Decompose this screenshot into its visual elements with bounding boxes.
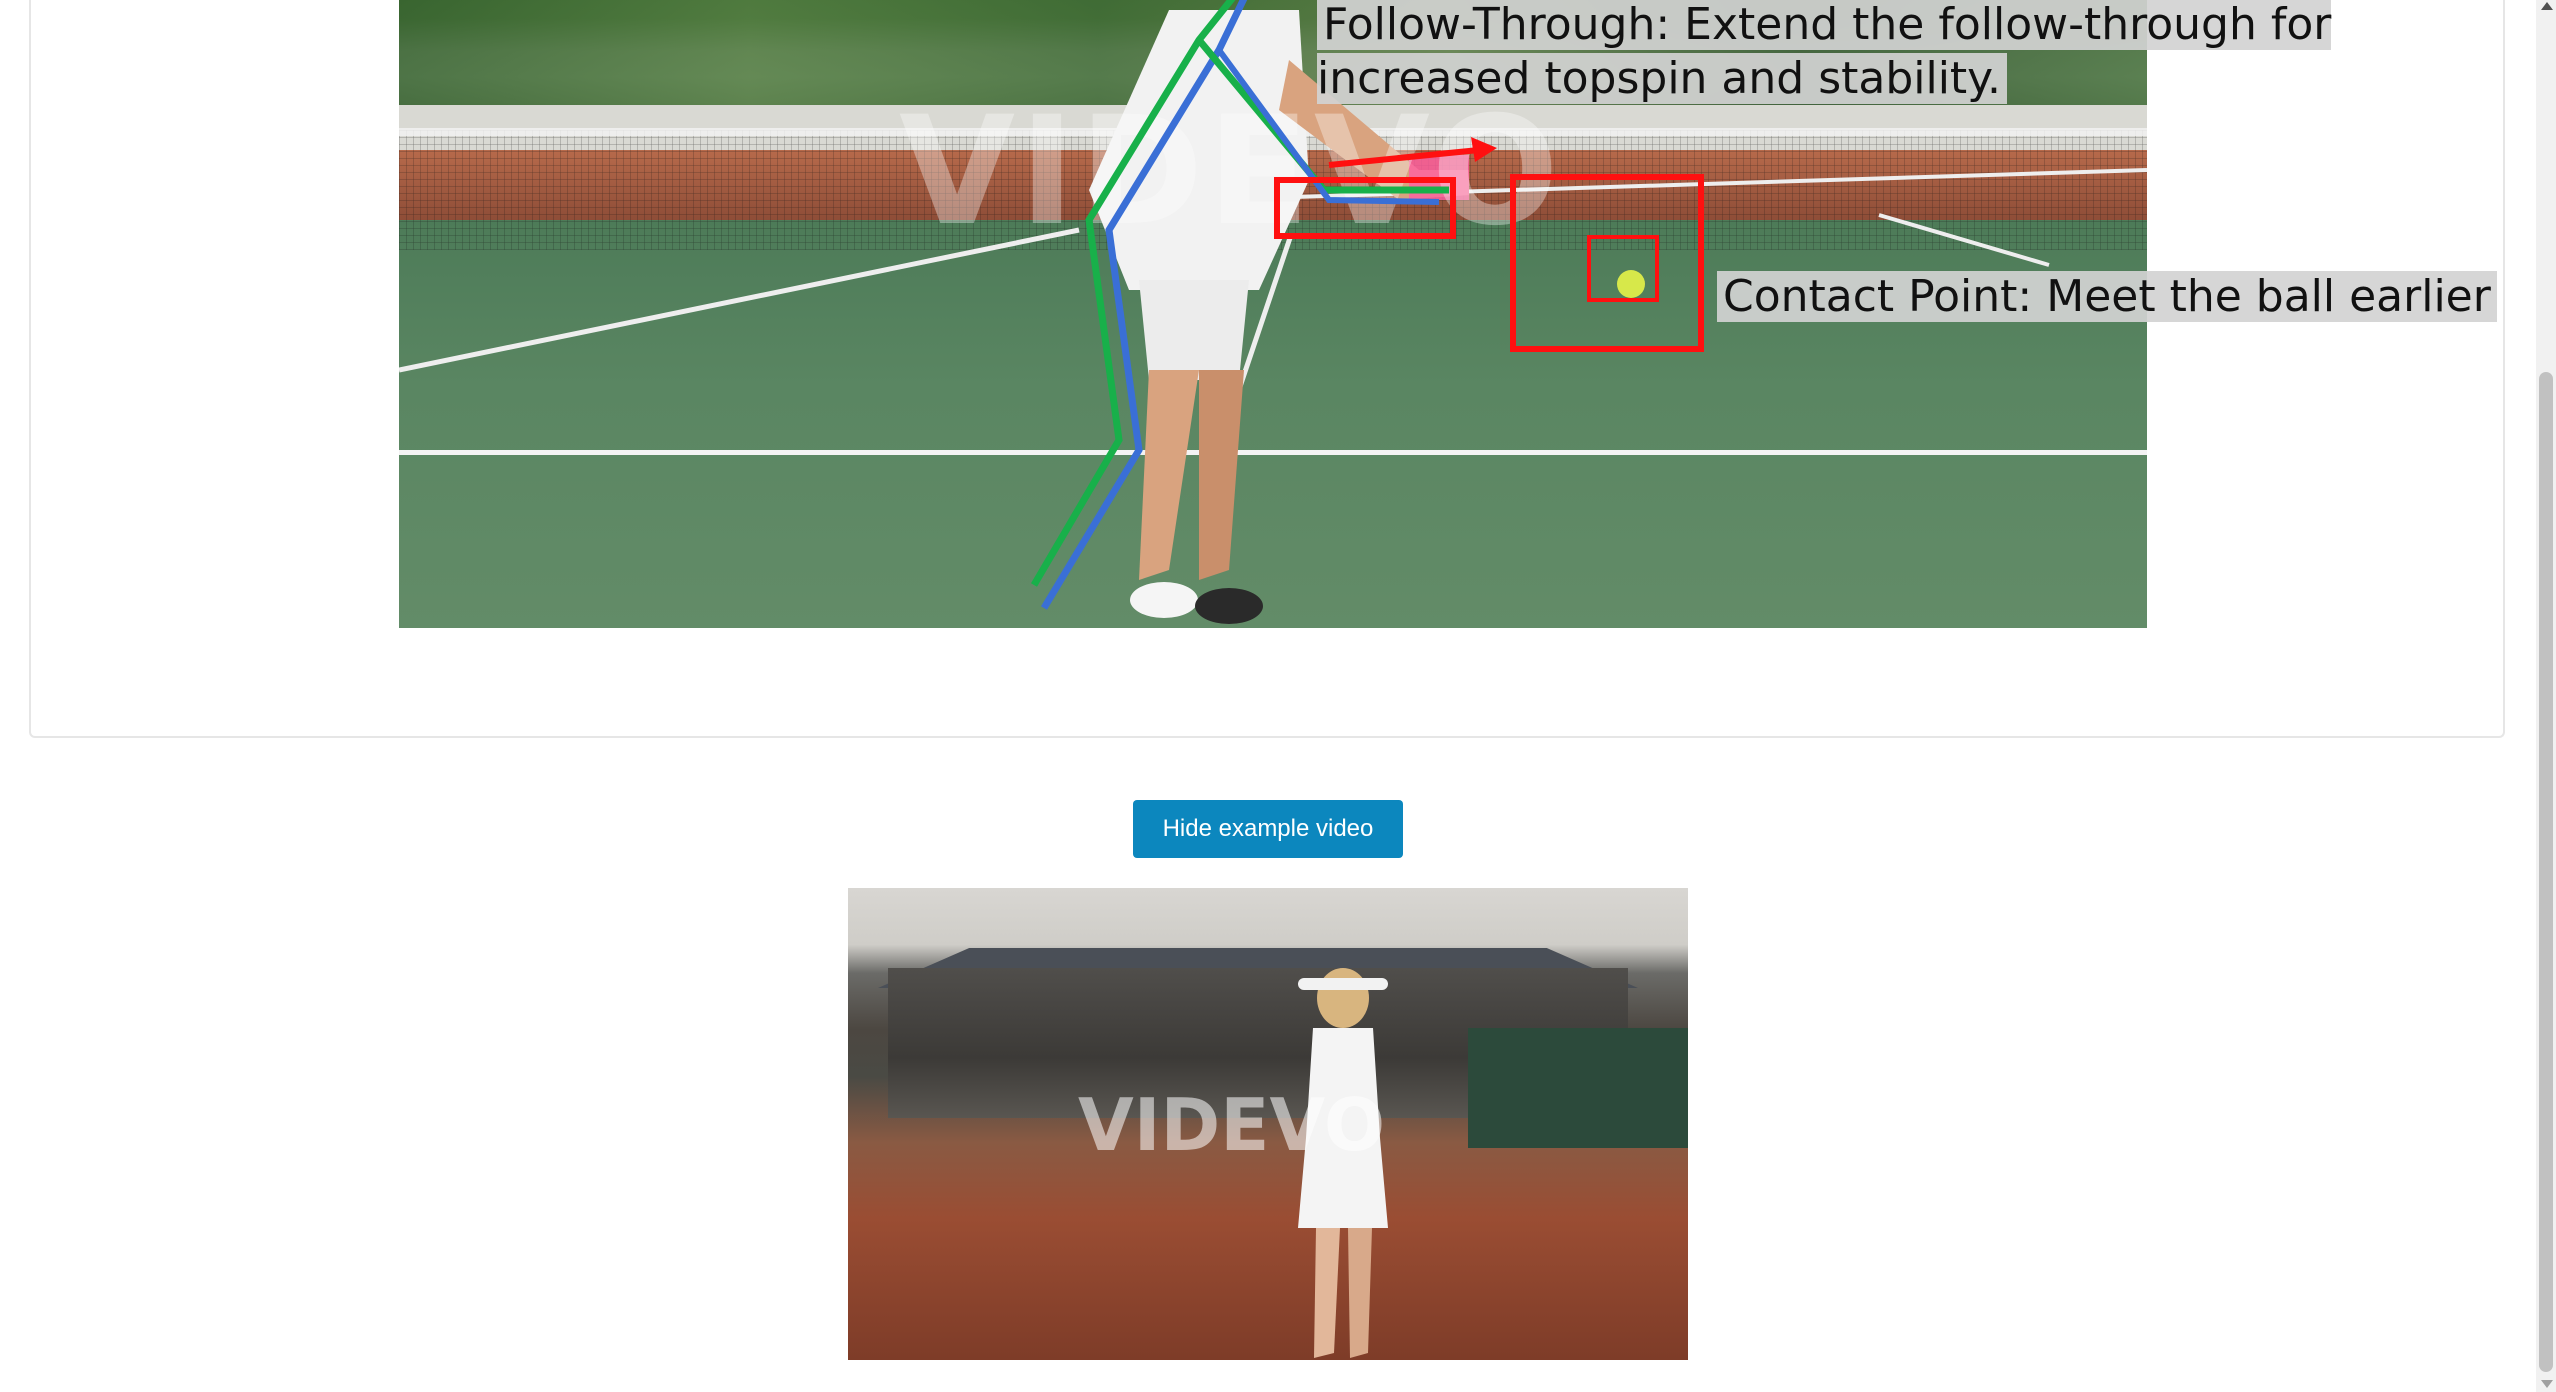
follow-through-text: Follow-Through: Extend the follow-throug… [1317, 0, 2332, 104]
court-fence [1468, 1028, 1688, 1148]
scroll-down-icon[interactable] [2541, 1380, 2553, 1388]
contact-zone-box [1510, 174, 1704, 352]
scrollbar-thumb[interactable] [2539, 372, 2553, 1372]
hide-example-video-button[interactable]: Hide example video [1133, 800, 1403, 858]
analysis-card: VIDEVO Follow-Through: Extend the follow… [29, 0, 2505, 738]
contact-point-annotation: Contact Point: Meet the ball earlier [1717, 270, 2497, 324]
follow-through-annotation: Follow-Through: Extend the follow-throug… [1317, 0, 2547, 106]
example-watermark: VIDEVO [1078, 1083, 1386, 1167]
example-video[interactable]: VIDEVO [848, 888, 1688, 1360]
scroll-up-icon[interactable] [2541, 2, 2553, 10]
contact-point-text: Contact Point: Meet the ball earlier [1717, 271, 2497, 322]
